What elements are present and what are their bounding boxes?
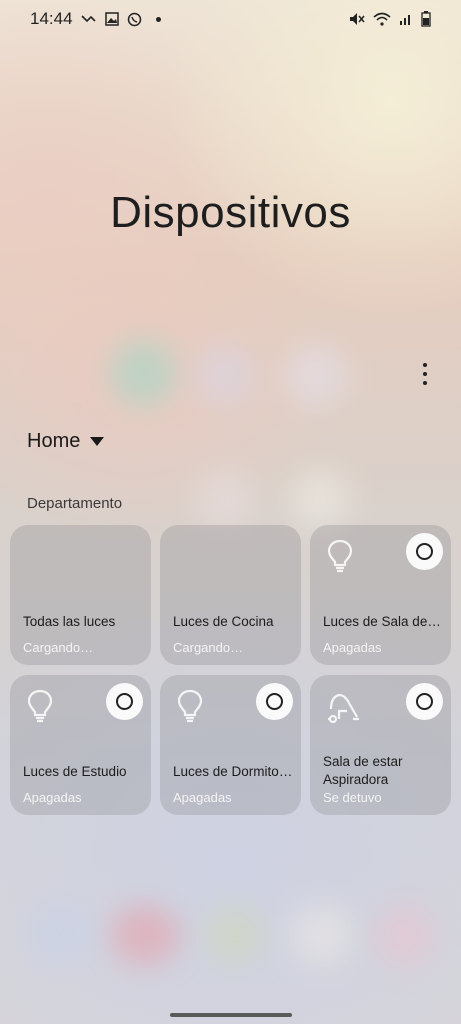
- home-selector-label: Home: [27, 430, 81, 452]
- bulb-icon: [177, 689, 203, 723]
- power-icon: [416, 693, 433, 710]
- device-name: Luces de Sala de …: [323, 614, 443, 629]
- device-card-luces-de-estudio[interactable]: Luces de Estudio Apagadas: [10, 675, 151, 815]
- device-status: Cargando…: [23, 640, 94, 655]
- image-icon: [104, 12, 119, 26]
- device-name: Sala de estar Aspiradora: [323, 754, 403, 787]
- wifi-icon: [373, 12, 391, 26]
- missed-call-icon: [80, 15, 96, 23]
- dot-icon: [155, 16, 161, 22]
- device-card-luces-de-sala[interactable]: Luces de Sala de … Apagadas: [310, 525, 451, 665]
- chevron-down-icon: [90, 437, 105, 446]
- page-title: Dispositivos: [110, 188, 351, 237]
- blurred-app-icon: [375, 905, 435, 965]
- blurred-app-icon: [205, 905, 265, 965]
- device-status: Apagadas: [173, 790, 232, 805]
- signal-icon: [400, 15, 410, 25]
- blurred-app-icon: [30, 905, 90, 965]
- device-card-todas-las-luces[interactable]: Todas las luces Cargando…: [10, 525, 151, 665]
- whatsapp-icon: [127, 12, 141, 26]
- power-toggle[interactable]: [406, 533, 443, 570]
- power-icon: [266, 693, 283, 710]
- blurred-app-icon: [290, 470, 350, 530]
- status-bar: 14:44: [0, 0, 461, 38]
- blurred-app-icon: [110, 340, 176, 406]
- power-icon: [116, 693, 133, 710]
- device-name: Luces de Cocina: [173, 614, 274, 629]
- mute-icon: [350, 13, 365, 25]
- device-status: Apagadas: [323, 640, 382, 655]
- blurred-app-icon: [285, 345, 347, 407]
- blurred-app-icon: [290, 905, 352, 965]
- vacuum-icon: [328, 693, 359, 723]
- device-name: Todas las luces: [23, 614, 116, 629]
- section-label: Departamento: [27, 495, 123, 512]
- blurred-app-icon: [195, 345, 255, 405]
- clock: 14:44: [30, 9, 73, 28]
- power-icon: [416, 543, 433, 560]
- power-toggle[interactable]: [406, 683, 443, 720]
- device-status: Cargando…: [173, 640, 244, 655]
- device-status: Se detuvo: [323, 790, 382, 805]
- bulb-icon: [327, 539, 353, 573]
- gesture-bar[interactable]: [170, 1013, 292, 1017]
- device-status: Apagadas: [23, 790, 82, 805]
- home-selector[interactable]: Home: [27, 430, 105, 453]
- blurred-app-icon: [110, 905, 180, 965]
- bulb-icon: [27, 689, 53, 723]
- device-card-luces-de-dormitorio[interactable]: Luces de Dormitor… Apagadas: [160, 675, 301, 815]
- power-toggle[interactable]: [106, 683, 143, 720]
- device-card-luces-de-cocina[interactable]: Luces de Cocina Cargando…: [160, 525, 301, 665]
- more-options-button[interactable]: [413, 360, 437, 388]
- device-name: Luces de Estudio: [23, 764, 127, 779]
- power-toggle[interactable]: [256, 683, 293, 720]
- device-card-aspiradora[interactable]: Sala de estar Aspiradora Se detuvo: [310, 675, 451, 815]
- device-name: Luces de Dormitor…: [173, 764, 293, 779]
- blurred-app-icon: [195, 470, 255, 530]
- battery-icon: [421, 11, 431, 27]
